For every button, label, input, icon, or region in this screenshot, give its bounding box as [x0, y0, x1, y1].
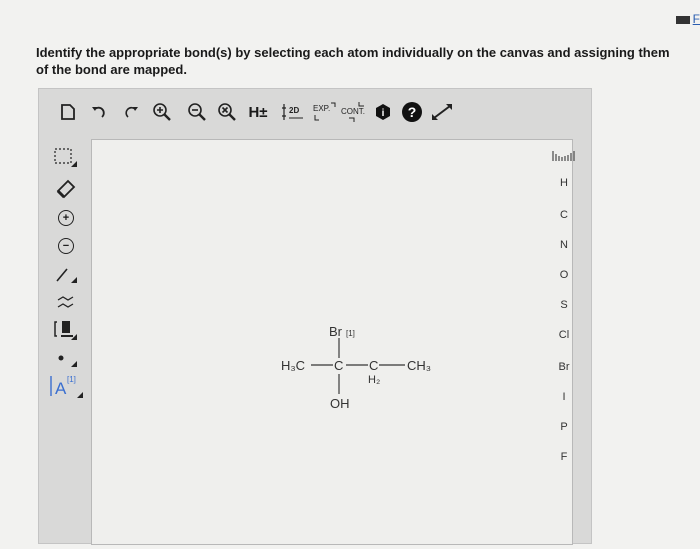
- atom-button-h[interactable]: H: [537, 177, 591, 189]
- atom-map-tool[interactable]: A [1]: [49, 373, 85, 399]
- atom-palette: H C N O S Cl Br I P F: [537, 139, 591, 543]
- svg-text:?: ?: [408, 104, 417, 120]
- atom-button-c[interactable]: C: [537, 209, 591, 221]
- eraser-icon[interactable]: [51, 175, 81, 201]
- top-right-link[interactable]: F: [675, 12, 700, 26]
- atom-button-p[interactable]: P: [537, 421, 591, 433]
- new-document-icon[interactable]: [59, 101, 77, 123]
- atom-map-letter: A: [55, 379, 67, 398]
- single-bond-tool[interactable]: [51, 261, 81, 287]
- top-right-link-text[interactable]: F: [693, 12, 700, 26]
- zoom-out-icon[interactable]: [187, 101, 207, 123]
- atom-button-s[interactable]: S: [537, 299, 591, 311]
- question-line-2: of the bond are mapped.: [36, 62, 187, 77]
- structure-editor: H± 2D EXP. CONT. i ? + − A [1] Br [1] H₃…: [38, 88, 592, 545]
- editor-toolbar: H± 2D EXP. CONT. i ?: [39, 89, 591, 135]
- top-bar: F: [0, 0, 700, 36]
- expand-button[interactable]: EXP.: [311, 101, 337, 123]
- atom-button-br[interactable]: Br: [537, 361, 591, 373]
- atom-h3c[interactable]: H₃C: [281, 358, 305, 373]
- chain-tool-icon[interactable]: [51, 289, 81, 315]
- atom-ch3[interactable]: CH₃: [407, 358, 431, 373]
- atom-button-i[interactable]: I: [537, 391, 591, 403]
- help-icon[interactable]: ?: [401, 101, 423, 123]
- negative-charge-button[interactable]: −: [51, 233, 81, 259]
- selection-tool-icon[interactable]: [51, 145, 81, 171]
- redo-icon[interactable]: [123, 101, 141, 123]
- atom-h2-label: H₂: [368, 374, 380, 386]
- undo-icon[interactable]: [89, 101, 107, 123]
- atom-button-n[interactable]: N: [537, 239, 591, 251]
- svg-text:2D: 2D: [289, 106, 299, 115]
- zoom-in-icon[interactable]: [152, 101, 172, 123]
- molecule-drawing[interactable]: Br [1] H₃C C C H₂ CH₃ OH: [92, 140, 572, 544]
- explicit-hydrogens-button[interactable]: H±: [245, 101, 271, 123]
- atom-c-methylene[interactable]: C: [369, 358, 378, 373]
- left-toolbar: + − A [1]: [39, 135, 91, 543]
- minus-icon: −: [58, 238, 74, 254]
- template-tool-icon[interactable]: [51, 317, 81, 343]
- radical-tool-icon[interactable]: [51, 345, 81, 371]
- atom-oh[interactable]: OH: [330, 396, 350, 411]
- clear-zoom-icon[interactable]: [217, 101, 237, 123]
- clean-2d-button[interactable]: 2D: [281, 101, 305, 123]
- svg-text:CONT.: CONT.: [341, 107, 365, 116]
- atom-c-central[interactable]: C: [334, 358, 343, 373]
- atom-button-cl[interactable]: Cl: [537, 329, 591, 341]
- atom-button-f[interactable]: F: [537, 451, 591, 463]
- atom-button-o[interactable]: O: [537, 269, 591, 281]
- atom-map-label: [1]: [346, 329, 355, 338]
- book-icon: [675, 15, 690, 24]
- drawing-canvas[interactable]: Br [1] H₃C C C H₂ CH₃ OH: [91, 139, 573, 545]
- periodic-table-icon[interactable]: [537, 149, 591, 166]
- atom-map-number: [1]: [67, 375, 76, 384]
- info-icon[interactable]: i: [373, 101, 393, 123]
- fullscreen-icon[interactable]: [429, 101, 455, 123]
- atom-br[interactable]: Br: [329, 324, 343, 339]
- svg-text:EXP.: EXP.: [313, 104, 330, 113]
- question-line-1: Identify the appropriate bond(s) by sele…: [36, 45, 670, 60]
- contract-button[interactable]: CONT.: [339, 101, 369, 123]
- positive-charge-button[interactable]: +: [51, 205, 81, 231]
- svg-text:i: i: [382, 108, 385, 119]
- question-text: Identify the appropriate bond(s) by sele…: [36, 44, 700, 78]
- plus-icon: +: [58, 210, 74, 226]
